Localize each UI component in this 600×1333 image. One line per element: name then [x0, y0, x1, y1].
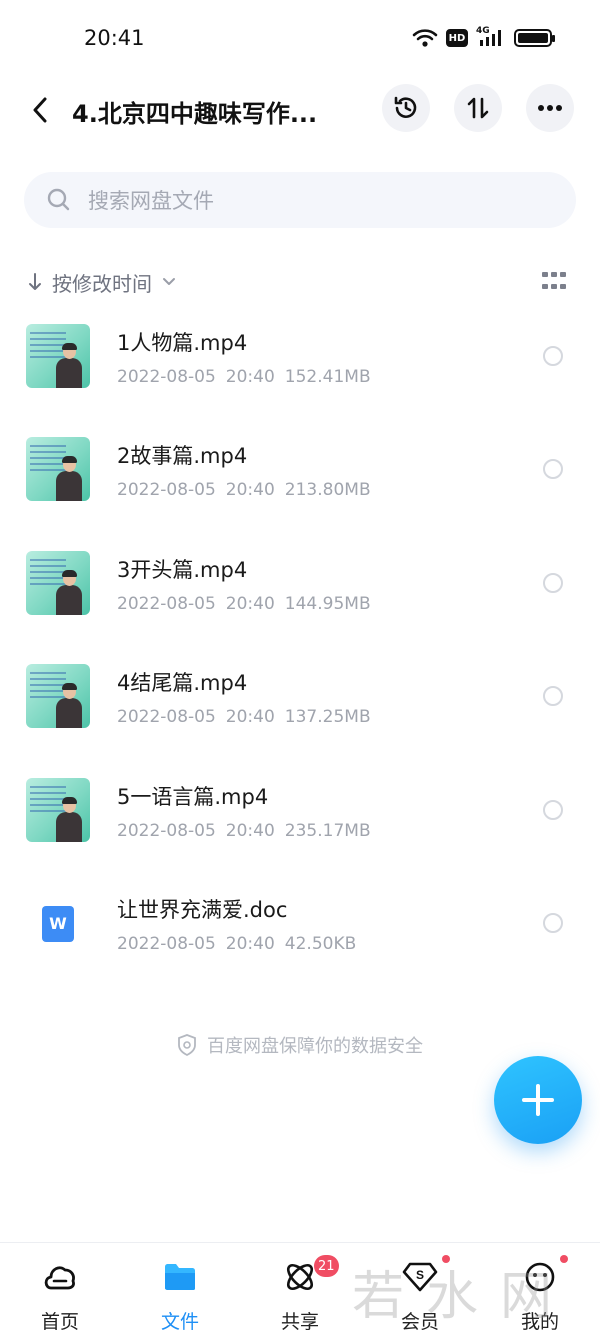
wifi-icon: [412, 29, 438, 47]
cloud-icon: [42, 1259, 78, 1295]
file-meta: 2022-08-05 20:40 144.95MB: [117, 593, 371, 614]
file-meta: 2022-08-05 20:40 235.17MB: [117, 820, 371, 841]
status-icons: HD 4G: [412, 26, 555, 48]
security-note-text: 百度网盘保障你的数据安全: [207, 1036, 423, 1057]
sort-dropdown[interactable]: 按修改时间: [28, 268, 176, 297]
back-button[interactable]: [22, 90, 58, 130]
history-icon: [394, 96, 417, 118]
more-icon: [538, 105, 562, 111]
file-row[interactable]: 2故事篇.mp4 2022-08-05 20:40 213.80MB: [0, 413, 600, 526]
nav-item-home[interactable]: 首页: [0, 1243, 120, 1333]
arrow-down-icon: [29, 273, 41, 290]
file-name: 1人物篇.mp4: [117, 331, 248, 355]
file-name: 4结尾篇.mp4: [117, 671, 248, 696]
file-row[interactable]: 1人物篇.mp4 2022-08-05 20:40 152.41MB: [0, 300, 600, 413]
video-thumbnail: [26, 550, 90, 615]
status-time: 20:41: [84, 26, 145, 50]
select-checkbox[interactable]: [543, 346, 563, 366]
status-bar: 20:41 HD 4G: [0, 0, 600, 80]
watermark: 若水网: [352, 1267, 575, 1327]
header: 4.北京四中趣味写作...: [0, 80, 600, 140]
file-name: 5一语言篇.mp4: [117, 784, 269, 809]
chevron-left-icon: [33, 97, 47, 123]
file-meta: 2022-08-05 20:40 42.50KB: [117, 933, 357, 954]
file-row[interactable]: 5一语言篇.mp4 2022-08-05 20:40 235.17MB: [0, 754, 600, 867]
file-list: 1人物篇.mp4 2022-08-05 20:40 152.41MB 2故事篇.mp…: [0, 300, 600, 980]
search-placeholder: 搜索网盘文件: [88, 189, 214, 213]
atom-icon: [282, 1259, 318, 1295]
plus-icon: [522, 1084, 554, 1116]
more-button[interactable]: [526, 84, 574, 132]
video-thumbnail: [26, 437, 90, 502]
video-thumbnail: [26, 324, 90, 388]
select-checkbox[interactable]: [543, 686, 563, 707]
nav-label: 共享: [280, 1311, 319, 1333]
nav-item-share[interactable]: 21 共享: [240, 1243, 360, 1333]
nav-label: 首页: [40, 1311, 79, 1333]
hd-icon: HD: [446, 29, 468, 47]
add-button[interactable]: [494, 1056, 582, 1144]
file-name: 3开头篇.mp4: [117, 557, 248, 582]
shield-icon: [178, 1034, 196, 1056]
video-thumbnail: [26, 664, 90, 729]
grid-view-icon[interactable]: [542, 272, 566, 292]
search-icon: [47, 188, 70, 211]
file-meta: 2022-08-05 20:40 137.25MB: [117, 707, 371, 728]
file-name: 2故事篇.mp4: [117, 444, 248, 469]
nav-label: 文件: [160, 1311, 199, 1333]
word-doc-icon: W: [42, 905, 74, 942]
sort-row: 按修改时间: [28, 264, 576, 300]
select-checkbox[interactable]: [543, 799, 563, 820]
nav-item-files[interactable]: 文件: [120, 1243, 240, 1333]
sort-label: 按修改时间: [52, 271, 152, 296]
notification-badge: 21: [314, 1255, 339, 1277]
folder-icon: [162, 1259, 198, 1295]
select-checkbox[interactable]: [543, 459, 563, 480]
select-checkbox[interactable]: [543, 912, 563, 933]
file-row[interactable]: W 让世界充满爱.doc 2022-08-05 20:40 42.50KB: [0, 867, 600, 980]
file-row[interactable]: 4结尾篇.mp4 2022-08-05 20:40 137.25MB: [0, 640, 600, 753]
security-note: 百度网盘保障你的数据安全: [0, 1032, 600, 1058]
chevron-down-icon: [163, 278, 175, 285]
transfer-icon: [467, 97, 489, 119]
video-thumbnail: [26, 777, 90, 842]
file-meta: 2022-08-05 20:40 213.80MB: [117, 480, 371, 501]
file-row[interactable]: 3开头篇.mp4 2022-08-05 20:40 144.95MB: [0, 527, 600, 640]
battery-icon: [514, 29, 555, 47]
signal-icon: 4G: [476, 26, 506, 48]
history-button[interactable]: [382, 84, 430, 132]
search-input[interactable]: 搜索网盘文件: [24, 172, 576, 228]
file-meta: 2022-08-05 20:40 152.41MB: [117, 367, 371, 387]
select-checkbox[interactable]: [543, 572, 563, 593]
page-title: 4.北京四中趣味写作...: [72, 100, 318, 128]
transfer-button[interactable]: [454, 84, 502, 132]
file-name: 让世界充满爱.doc: [117, 897, 288, 922]
